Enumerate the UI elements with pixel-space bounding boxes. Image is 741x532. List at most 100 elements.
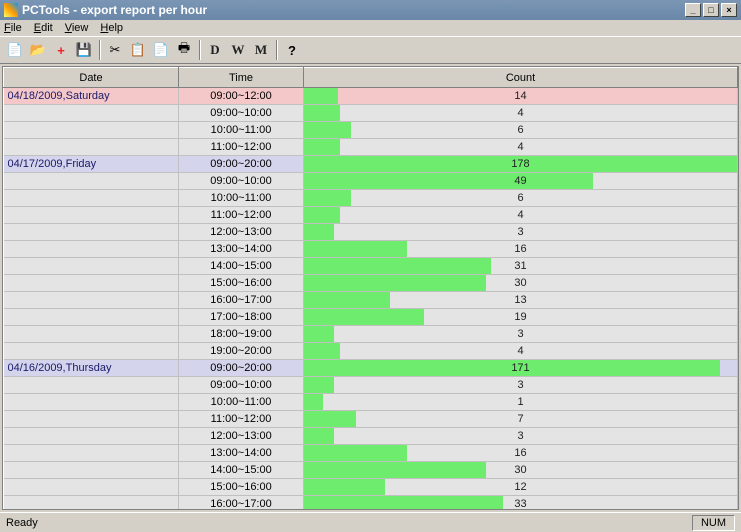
report-grid[interactable]: Date Time Count 04/18/2009,Saturday09:00… <box>2 66 739 510</box>
col-header-count[interactable]: Count <box>304 68 738 88</box>
date-cell <box>4 207 179 224</box>
minimize-button[interactable]: _ <box>685 3 701 17</box>
time-cell: 10:00~11:00 <box>179 190 304 207</box>
table-row[interactable]: 10:00~11:006 <box>4 190 738 207</box>
add-button[interactable]: + <box>50 39 72 61</box>
table-row[interactable]: 15:00~16:0030 <box>4 275 738 292</box>
date-cell <box>4 309 179 326</box>
report-table: Date Time Count 04/18/2009,Saturday09:00… <box>3 67 738 510</box>
date-cell <box>4 462 179 479</box>
table-row[interactable]: 04/16/2009,Thursday09:00~20:00171 <box>4 360 738 377</box>
table-row[interactable]: 04/17/2009,Friday09:00~20:00178 <box>4 156 738 173</box>
count-value: 6 <box>304 192 737 204</box>
table-row[interactable]: 12:00~13:003 <box>4 428 738 445</box>
count-value: 4 <box>304 141 737 153</box>
table-row[interactable]: 11:00~12:007 <box>4 411 738 428</box>
table-row[interactable]: 13:00~14:0016 <box>4 241 738 258</box>
count-cell: 3 <box>304 224 738 241</box>
count-value: 178 <box>304 158 737 170</box>
col-header-date[interactable]: Date <box>4 68 179 88</box>
date-cell <box>4 445 179 462</box>
table-row[interactable]: 17:00~18:0019 <box>4 309 738 326</box>
count-cell: 13 <box>304 292 738 309</box>
time-cell: 09:00~10:00 <box>179 173 304 190</box>
close-button[interactable]: × <box>721 3 737 17</box>
count-value: 16 <box>304 447 737 459</box>
new-icon: 📄 <box>7 42 23 58</box>
separator <box>199 40 201 60</box>
count-value: 7 <box>304 413 737 425</box>
date-cell <box>4 496 179 511</box>
toolbar: 📄 📂 + 💾 ✂ 📋 📄 🖶 D W M ? <box>0 36 741 64</box>
table-row[interactable]: 10:00~11:001 <box>4 394 738 411</box>
count-cell: 6 <box>304 190 738 207</box>
count-value: 3 <box>304 328 737 340</box>
table-row[interactable]: 14:00~15:0031 <box>4 258 738 275</box>
new-button[interactable]: 📄 <box>4 39 26 61</box>
time-cell: 11:00~12:00 <box>179 411 304 428</box>
table-row[interactable]: 04/18/2009,Saturday09:00~12:0014 <box>4 88 738 105</box>
col-header-time[interactable]: Time <box>179 68 304 88</box>
table-row[interactable]: 16:00~17:0033 <box>4 496 738 511</box>
time-cell: 15:00~16:00 <box>179 479 304 496</box>
count-value: 12 <box>304 481 737 493</box>
count-value: 171 <box>304 362 737 374</box>
time-cell: 16:00~17:00 <box>179 496 304 511</box>
count-value: 4 <box>304 345 737 357</box>
count-value: 19 <box>304 311 737 323</box>
menu-file[interactable]: File <box>4 22 22 34</box>
save-button[interactable]: 💾 <box>73 39 95 61</box>
count-cell: 4 <box>304 207 738 224</box>
table-row[interactable]: 11:00~12:004 <box>4 139 738 156</box>
count-cell: 171 <box>304 360 738 377</box>
time-cell: 10:00~11:00 <box>179 122 304 139</box>
count-cell: 30 <box>304 275 738 292</box>
table-row[interactable]: 12:00~13:003 <box>4 224 738 241</box>
paste-button[interactable]: 📄 <box>150 39 172 61</box>
table-row[interactable]: 11:00~12:004 <box>4 207 738 224</box>
count-cell: 14 <box>304 88 738 105</box>
cut-button[interactable]: ✂ <box>104 39 126 61</box>
count-value: 3 <box>304 430 737 442</box>
time-cell: 09:00~10:00 <box>179 377 304 394</box>
count-cell: 33 <box>304 496 738 511</box>
table-row[interactable]: 14:00~15:0030 <box>4 462 738 479</box>
time-cell: 19:00~20:00 <box>179 343 304 360</box>
table-row[interactable]: 09:00~10:004 <box>4 105 738 122</box>
cut-icon: ✂ <box>110 42 121 58</box>
table-row[interactable]: 16:00~17:0013 <box>4 292 738 309</box>
time-cell: 15:00~16:00 <box>179 275 304 292</box>
titlebar[interactable]: PCTools - export report per hour _ □ × <box>0 0 741 20</box>
time-cell: 13:00~14:00 <box>179 445 304 462</box>
count-cell: 3 <box>304 377 738 394</box>
day-button[interactable]: D <box>204 39 226 61</box>
table-row[interactable]: 19:00~20:004 <box>4 343 738 360</box>
week-button[interactable]: W <box>227 39 249 61</box>
table-row[interactable]: 10:00~11:006 <box>4 122 738 139</box>
date-cell <box>4 173 179 190</box>
copy-button[interactable]: 📋 <box>127 39 149 61</box>
date-cell <box>4 292 179 309</box>
table-row[interactable]: 18:00~19:003 <box>4 326 738 343</box>
time-cell: 17:00~18:00 <box>179 309 304 326</box>
table-row[interactable]: 09:00~10:003 <box>4 377 738 394</box>
count-value: 4 <box>304 107 737 119</box>
time-cell: 09:00~12:00 <box>179 88 304 105</box>
print-button[interactable]: 🖶 <box>173 39 195 61</box>
count-value: 13 <box>304 294 737 306</box>
table-row[interactable]: 15:00~16:0012 <box>4 479 738 496</box>
app-icon <box>4 3 18 17</box>
date-cell <box>4 377 179 394</box>
open-button[interactable]: 📂 <box>27 39 49 61</box>
time-cell: 16:00~17:00 <box>179 292 304 309</box>
month-button[interactable]: M <box>250 39 272 61</box>
date-cell <box>4 343 179 360</box>
menu-help[interactable]: Help <box>100 22 123 34</box>
help-button[interactable]: ? <box>281 39 303 61</box>
count-value: 14 <box>304 90 737 102</box>
maximize-button[interactable]: □ <box>703 3 719 17</box>
menu-edit[interactable]: Edit <box>34 22 53 34</box>
table-row[interactable]: 13:00~14:0016 <box>4 445 738 462</box>
table-row[interactable]: 09:00~10:0049 <box>4 173 738 190</box>
menu-view[interactable]: View <box>65 22 89 34</box>
